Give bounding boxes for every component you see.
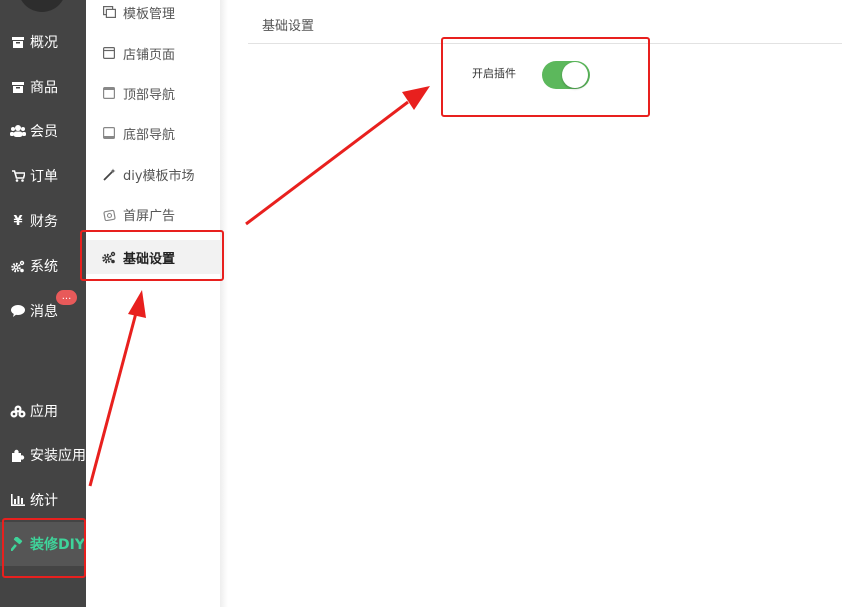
annotation-arrows [88,86,430,487]
annotation-arrow-to-toggle [245,86,430,226]
annotation-arrow-to-basic-settings [88,290,146,487]
